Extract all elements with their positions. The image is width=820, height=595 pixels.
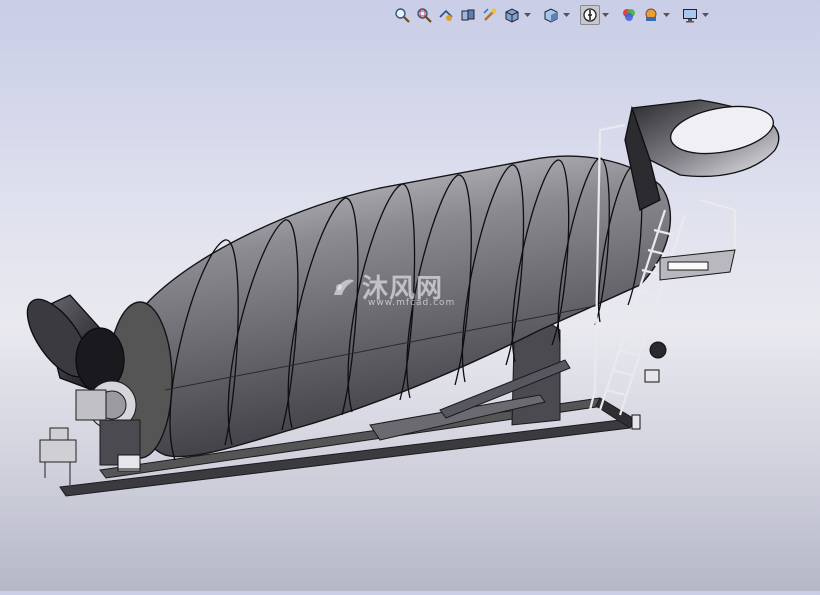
view-orientation-icon[interactable] xyxy=(502,5,522,25)
edit-appearance-icon[interactable] xyxy=(619,5,639,25)
view-settings-dropdown[interactable] xyxy=(702,5,709,25)
heads-up-view-toolbar xyxy=(392,3,709,27)
zoom-to-fit-icon[interactable] xyxy=(392,5,412,25)
front-brackets xyxy=(39,427,77,485)
view-settings-icon[interactable] xyxy=(680,5,700,25)
view-orientation-dropdown[interactable] xyxy=(524,5,531,25)
apply-scene-icon[interactable] xyxy=(641,5,661,25)
graphics-viewport[interactable] xyxy=(0,0,820,591)
previous-view-icon[interactable] xyxy=(436,5,456,25)
mixer-drum xyxy=(107,155,672,461)
water-tank xyxy=(26,294,125,393)
display-style-dropdown[interactable] xyxy=(563,5,570,25)
dynamic-annotation-icon[interactable] xyxy=(480,5,500,25)
zoom-to-area-icon[interactable] xyxy=(414,5,434,25)
hide-show-items-dropdown[interactable] xyxy=(602,5,609,25)
display-style-icon[interactable] xyxy=(541,5,561,25)
hide-show-items-icon[interactable] xyxy=(580,5,600,25)
apply-scene-dropdown[interactable] xyxy=(663,5,670,25)
feed-hopper xyxy=(624,99,780,211)
mixer-truck-model xyxy=(26,99,780,497)
section-view-icon[interactable] xyxy=(458,5,478,25)
